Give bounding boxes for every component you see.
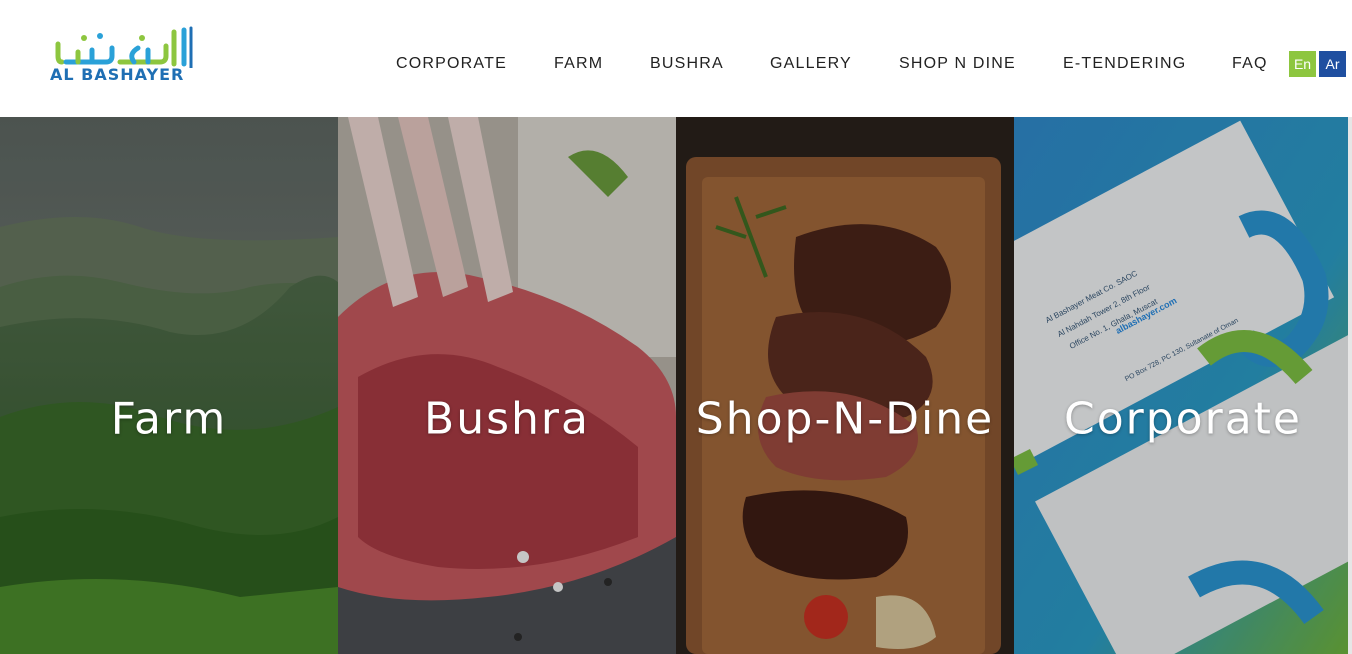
panel-farm[interactable]: Farm [0, 117, 338, 654]
nav-faq[interactable]: FAQ [1232, 52, 1268, 76]
panel-corporate[interactable]: Al Bashayer Meat Co. SAOC Al Nahdah Towe… [1014, 117, 1352, 654]
panel-shop-n-dine[interactable]: Shop-N-Dine [676, 117, 1014, 654]
panel-farm-label: Farm [110, 393, 228, 445]
nav-bushra[interactable]: BUSHRA [650, 52, 724, 76]
nav-e-tendering[interactable]: E-TENDERING [1063, 52, 1186, 76]
panel-bushra[interactable]: Bushra [338, 117, 676, 654]
panel-bushra-label: Bushra [424, 393, 590, 445]
category-panels: Farm Bushra Shop-N-Dine Al Bashayer Meat… [0, 117, 1352, 654]
language-en-button[interactable]: En [1289, 51, 1316, 77]
language-ar-button[interactable]: Ar [1319, 51, 1346, 77]
nav-gallery[interactable]: GALLERY [770, 52, 852, 76]
scrollbar[interactable] [1348, 117, 1352, 654]
nav-farm[interactable]: FARM [554, 52, 603, 76]
panel-corporate-label: Corporate [1064, 393, 1302, 445]
panel-shop-n-dine-label: Shop-N-Dine [695, 393, 995, 445]
nav-corporate[interactable]: CORPORATE [396, 52, 507, 76]
nav-shop-n-dine[interactable]: SHOP N DINE [899, 52, 1016, 76]
main-navigation: CORPORATE FARM BUSHRA GALLERY SHOP N DIN… [0, 52, 1352, 76]
site-header: AL BASHAYER CORPORATE FARM BUSHRA GALLER… [0, 0, 1352, 117]
